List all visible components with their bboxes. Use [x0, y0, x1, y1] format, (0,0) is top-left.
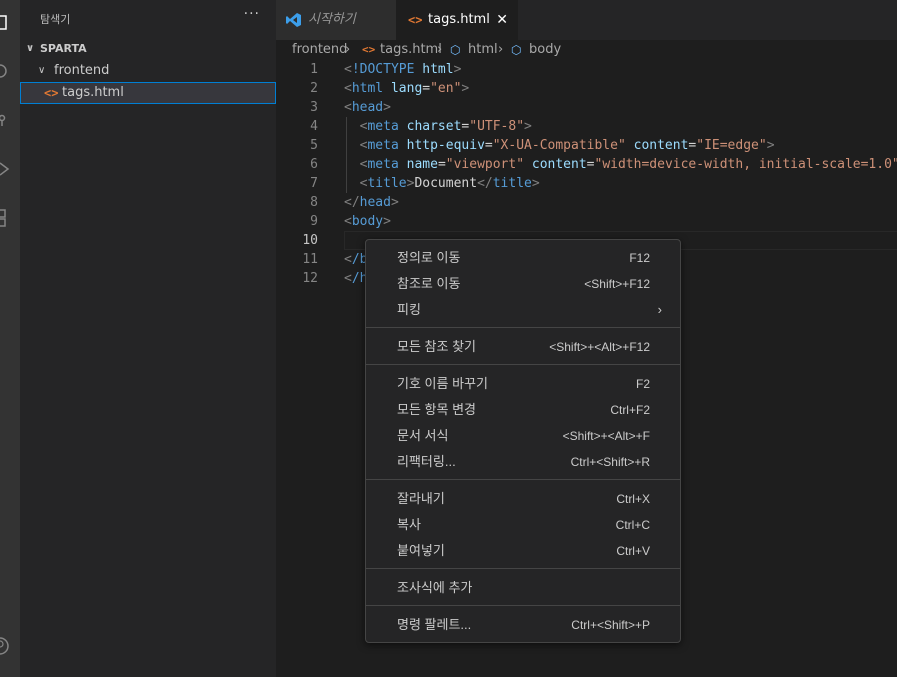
code-line: <meta http-equiv="X-UA-Compatible" conte… [359, 138, 775, 153]
code-line: </b [344, 252, 368, 267]
breadcrumb-html[interactable]: html [468, 40, 498, 60]
line-number: 2 [310, 81, 318, 96]
cube-icon: ⬡ [511, 43, 522, 57]
tab-label: tags.html [428, 12, 490, 27]
menu-item-paste[interactable]: 붙여넣기 Ctrl+V [366, 538, 680, 564]
line-number: 9 [310, 214, 318, 229]
explorer-sidebar: 탐색기 ··· ∨ SPARTA ∨ frontend <> tags.html [20, 0, 276, 677]
code-line: </h [344, 271, 368, 286]
code-line: <body> [344, 214, 391, 229]
code-line: <meta name="viewport" content="width=dev… [359, 157, 897, 172]
menu-item-add-to-watch[interactable]: 조사식에 추가 [366, 575, 680, 601]
file-label: tags.html [62, 85, 124, 100]
chevron-right-icon: › [437, 42, 443, 57]
line-number: 12 [302, 271, 318, 286]
line-number: 10 [302, 233, 318, 248]
folder-label: frontend [54, 63, 110, 78]
tab-bar: 시작하기 <> tags.html ✕ [276, 0, 897, 40]
run-debug-icon[interactable] [0, 157, 20, 181]
line-number: 3 [310, 100, 318, 115]
menu-item-refactor[interactable]: 리팩터링... Ctrl+<Shift>+R [366, 449, 680, 475]
context-menu: 정의로 이동 F12 참조로 이동 <Shift>+F12 피킹 › 모든 참조 찾기… [365, 239, 681, 643]
code-line: <meta charset="UTF-8"> [359, 119, 532, 134]
menu-item-find-all-references[interactable]: 모든 참조 찾기 <Shift>+<Alt>+F12 [366, 334, 680, 360]
chevron-right-icon: › [498, 42, 504, 57]
line-number: 4 [310, 119, 318, 134]
workspace-root-label: SPARTA [40, 42, 87, 55]
menu-separator [366, 327, 680, 328]
search-icon[interactable] [0, 59, 20, 83]
line-number: 7 [310, 176, 318, 191]
menu-separator [366, 364, 680, 365]
chevron-right-icon: › [345, 42, 351, 57]
menu-item-change-all-occurrences[interactable]: 모든 항목 변경 Ctrl+F2 [366, 397, 680, 423]
workspace-root[interactable]: ∨ SPARTA [20, 38, 276, 60]
extensions-icon[interactable] [0, 206, 20, 230]
menu-item-rename-symbol[interactable]: 기호 이름 바꾸기 F2 [366, 371, 680, 397]
tab-tags-html[interactable]: <> tags.html ✕ [396, 0, 518, 40]
breadcrumb: frontend › <> tags.html › ⬡ html › ⬡ bod… [276, 40, 897, 60]
menu-item-copy[interactable]: 복사 Ctrl+C [366, 512, 680, 538]
explorer-icon[interactable] [0, 10, 20, 34]
code-line: <title>Document</title> [359, 176, 540, 191]
tab-label: 시작하기 [308, 12, 356, 27]
close-icon[interactable]: ✕ [496, 0, 508, 40]
breadcrumb-body[interactable]: body [529, 40, 561, 60]
more-actions-icon[interactable]: ··· [244, 6, 260, 22]
menu-separator [366, 568, 680, 569]
breadcrumb-file[interactable]: tags.html [380, 40, 442, 60]
code-line: </head> [344, 195, 399, 210]
vscode-icon [286, 13, 301, 27]
breadcrumb-folder[interactable]: frontend [292, 40, 347, 60]
menu-item-go-to-definition[interactable]: 정의로 이동 F12 [366, 245, 680, 271]
html-file-icon: <> [362, 43, 376, 56]
folder-frontend[interactable]: ∨ frontend [20, 60, 276, 82]
code-line: <head> [344, 100, 391, 115]
html-file-icon: <> [44, 86, 59, 100]
menu-item-go-to-references[interactable]: 참조로 이동 <Shift>+F12 [366, 271, 680, 297]
sidebar-title: 탐색기 [40, 13, 71, 26]
tab-getting-started[interactable]: 시작하기 [276, 0, 396, 40]
activity-bar [0, 0, 20, 677]
cube-icon: ⬡ [450, 43, 461, 57]
menu-item-peek[interactable]: 피킹 › [366, 297, 680, 323]
menu-separator [366, 605, 680, 606]
code-line: <!DOCTYPE html> [344, 62, 462, 77]
menu-item-cut[interactable]: 잘라내기 Ctrl+X [366, 486, 680, 512]
chevron-down-icon: ∨ [26, 43, 35, 54]
menu-separator [366, 479, 680, 480]
line-number: 11 [302, 252, 318, 267]
line-number: 8 [310, 195, 318, 210]
source-control-icon[interactable] [0, 108, 20, 132]
account-icon[interactable] [0, 634, 20, 658]
line-number: 1 [310, 62, 318, 77]
menu-item-format-document[interactable]: 문서 서식 <Shift>+<Alt>+F [366, 423, 680, 449]
line-number: 6 [310, 157, 318, 172]
html-file-icon: <> [408, 13, 423, 27]
menu-item-command-palette[interactable]: 명령 팔레트... Ctrl+<Shift>+P [366, 612, 680, 638]
chevron-right-icon: › [657, 302, 662, 317]
line-number: 5 [310, 138, 318, 153]
code-line: <html lang="en"> [344, 81, 470, 96]
chevron-down-icon: ∨ [38, 65, 46, 76]
file-tags-html[interactable]: <> tags.html [20, 82, 276, 104]
